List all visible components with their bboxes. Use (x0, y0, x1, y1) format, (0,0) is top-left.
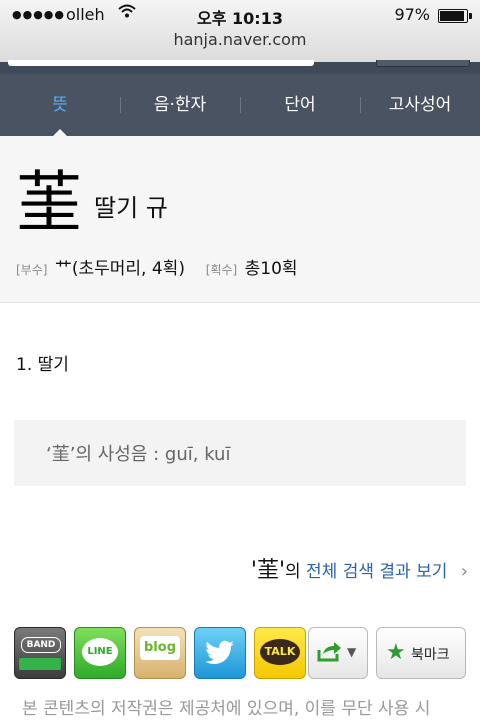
battery-fill (440, 11, 464, 21)
status-row: ●●●●● olleh 오후 10:13 97% (0, 4, 480, 28)
search-input[interactable] (8, 60, 314, 66)
line-share-button[interactable]: LINE (74, 627, 126, 679)
share-arrow-icon (317, 640, 343, 668)
tab-label: 뜻 (52, 95, 68, 115)
tab-sound-hanja[interactable]: 음·한자 (120, 74, 240, 136)
hanja-character: 茥 (16, 164, 82, 241)
strokes-tag: [획수] (205, 263, 238, 277)
tab-label: 고사성어 (388, 95, 452, 115)
tab-label: 단어 (284, 95, 316, 115)
bookmark-button[interactable]: ★ 북마크 (376, 627, 466, 679)
character-meta: [부수] 艹(초두머리, 4획) [획수] 총10획 (16, 254, 298, 279)
battery-nub (469, 13, 472, 19)
blog-share-button[interactable]: blog (134, 627, 186, 679)
full-search-link[interactable]: '茥'의 전체 검색 결과 보기 › (251, 552, 468, 584)
particle: 의 (285, 562, 301, 582)
tab-bar: 뜻 음·한자 단어 고사성어 (0, 74, 480, 137)
search-link-text[interactable]: 전체 검색 결과 보기 (306, 562, 447, 582)
blog-icon: blog (140, 636, 180, 660)
status-bar: ●●●●● olleh 오후 10:13 97% hanja.naver.com (0, 0, 480, 63)
tab-meaning[interactable]: 뜻 (0, 74, 120, 137)
battery-icon (438, 9, 472, 23)
strokes-value: 총10획 (244, 259, 298, 279)
talk-icon: TALK (260, 639, 300, 665)
band-bar (19, 658, 61, 670)
character-card: 茥 딸기 규 [부수] 艹(초두머리, 4획) [획수] 총10획 (0, 136, 480, 303)
url-label[interactable]: hanja.naver.com (0, 30, 480, 49)
battery-percent: 97% (394, 5, 430, 24)
quoted-character: '茥' (250, 558, 285, 583)
search-button[interactable] (376, 60, 470, 67)
radical-value[interactable]: 艹(초두머리, 4획) (55, 259, 185, 279)
search-header (0, 60, 480, 74)
chevron-right-icon: › (460, 561, 468, 582)
band-icon: BAND (21, 637, 61, 653)
reading-text: ‘茥’의 사성음 : guī, kuī (46, 444, 231, 465)
chevron-down-icon: ▼ (347, 645, 357, 659)
share-more-button[interactable]: ▼ (308, 627, 368, 679)
tab-words[interactable]: 단어 (240, 74, 360, 136)
tab-label: 음·한자 (153, 95, 207, 115)
band-share-button[interactable]: BAND (14, 627, 66, 679)
twitter-bird-icon (195, 628, 245, 678)
line-icon: LINE (82, 638, 118, 666)
twitter-share-button[interactable] (194, 627, 246, 679)
radical-tag: [부수] (16, 263, 48, 277)
kakaotalk-share-button[interactable]: TALK (254, 627, 306, 679)
tab-idioms[interactable]: 고사성어 (360, 74, 480, 136)
character-meaning: 딸기 규 (94, 194, 168, 222)
reading-box: ‘茥’의 사성음 : guī, kuī (14, 420, 466, 486)
star-icon: ★ (386, 640, 406, 665)
definition-item: 1. 딸기 (16, 355, 69, 375)
bookmark-label: 북마크 (411, 647, 450, 663)
copyright-notice: 본 콘텐츠의 저작권은 제공처에 있으며, 이를 무단 사용 시 (22, 699, 431, 719)
